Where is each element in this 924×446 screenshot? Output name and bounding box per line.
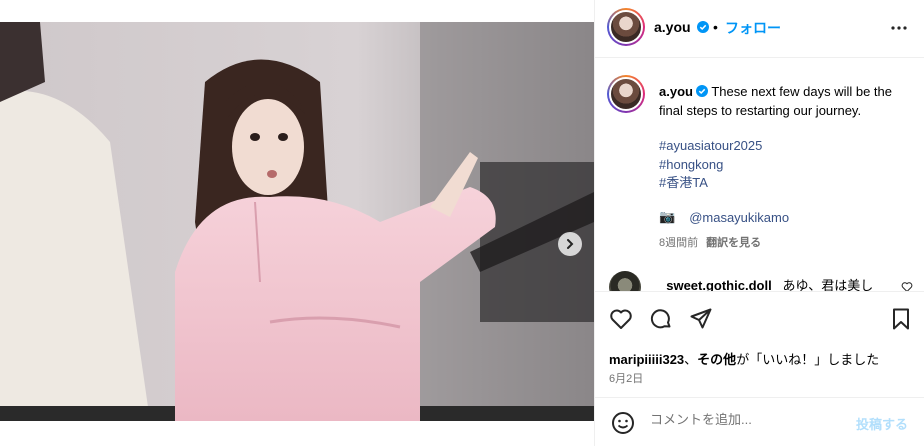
commenter-avatar[interactable] bbox=[609, 271, 641, 291]
likes-summary: maripiiiii323、その他が「いいね！」しました bbox=[609, 349, 879, 368]
next-slide-button[interactable] bbox=[558, 232, 582, 256]
add-comment-bar: 投稿する bbox=[595, 397, 924, 446]
likes-connector: 、 bbox=[684, 352, 698, 367]
hashtag-list: #ayuasiatour2025 #hongkong #香港TA bbox=[659, 137, 762, 193]
emoji-icon[interactable] bbox=[611, 411, 635, 435]
comment-icon[interactable] bbox=[649, 307, 673, 331]
likes-others-link[interactable]: その他 bbox=[697, 352, 736, 367]
follow-button[interactable]: フォロー bbox=[725, 18, 781, 38]
post-image[interactable] bbox=[0, 22, 594, 421]
camera-icon: 📷 bbox=[659, 209, 676, 224]
comment-text: _sweet.gothic.doll_ あゆ、君は美し bbox=[659, 275, 873, 291]
verified-badge-icon bbox=[695, 85, 708, 97]
caption-avatar[interactable] bbox=[607, 75, 645, 113]
share-icon[interactable] bbox=[689, 307, 713, 331]
liker-username[interactable]: maripiiiii323 bbox=[609, 352, 684, 367]
author-avatar[interactable] bbox=[607, 8, 645, 46]
hashtag-link[interactable]: #ayuasiatour2025 bbox=[659, 137, 762, 156]
heart-icon[interactable] bbox=[609, 307, 633, 331]
post-header: a.you • フォロー bbox=[595, 0, 924, 58]
bookmark-icon[interactable] bbox=[889, 307, 913, 331]
comment-input[interactable] bbox=[650, 412, 840, 427]
translate-button[interactable]: 翻訳を見る bbox=[706, 237, 761, 249]
hashtag-link[interactable]: #hongkong bbox=[659, 156, 762, 175]
post-date[interactable]: 6月2日 bbox=[609, 370, 643, 386]
more-horizontal-icon[interactable] bbox=[889, 18, 909, 38]
caption-text: a.you These next few days will be the fi… bbox=[659, 83, 911, 120]
comment-heart-icon[interactable] bbox=[901, 281, 913, 291]
time-ago: 8週間前 bbox=[659, 237, 699, 249]
author-username[interactable]: a.you bbox=[654, 19, 691, 35]
caption-section: a.you These next few days will be the fi… bbox=[595, 59, 924, 291]
hashtag-link[interactable]: #香港TA bbox=[659, 174, 762, 193]
chevron-right-icon bbox=[567, 239, 574, 249]
mention-link[interactable]: @masayukikamo bbox=[689, 210, 789, 225]
action-bar: maripiiiii323、その他が「いいね！」しました 6月2日 bbox=[595, 291, 924, 397]
photo-woman-pink-jacket bbox=[0, 22, 594, 421]
post-sidebar: a.you • フォロー a.you These next few days w… bbox=[595, 0, 924, 446]
header-separator: • bbox=[713, 19, 718, 35]
caption-username[interactable]: a.you bbox=[659, 84, 693, 99]
comment-body: あゆ、君は美し bbox=[782, 278, 874, 291]
likes-suffix: が「いいね！」しました bbox=[736, 352, 880, 367]
verified-badge-icon bbox=[697, 21, 709, 33]
comment-item: _sweet.gothic.doll_ あゆ、君は美し bbox=[607, 271, 913, 291]
commenter-username[interactable]: _sweet.gothic.doll_ bbox=[659, 278, 779, 291]
photo-credit: 📷 @masayukikamo bbox=[659, 209, 789, 225]
caption-body: These next few days will be the final st… bbox=[659, 84, 893, 118]
post-comment-button[interactable]: 投稿する bbox=[856, 414, 908, 433]
caption-meta: 8週間前 翻訳を見る bbox=[659, 234, 761, 250]
